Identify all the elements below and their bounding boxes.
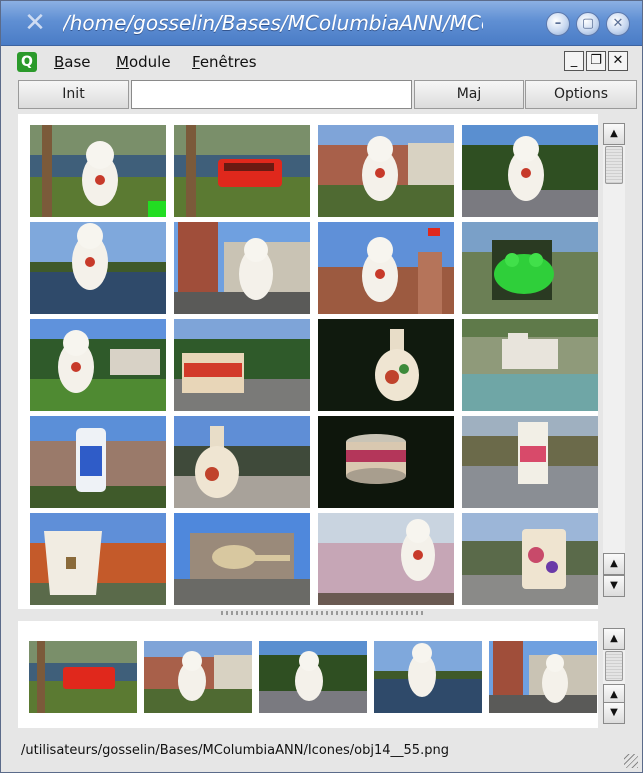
strip-thumb-cat-trees-road[interactable] bbox=[259, 641, 367, 713]
thumb-green-frog[interactable] bbox=[462, 222, 598, 314]
image-grid bbox=[18, 114, 598, 609]
window-title: /home/gosselin/Bases/MColumbiaANN/MColum… bbox=[63, 11, 483, 35]
strip-thumb-cat-tower-building[interactable] bbox=[489, 641, 597, 713]
title-bar[interactable]: ✕ /home/gosselin/Bases/MColumbiaANN/MCol… bbox=[1, 1, 642, 46]
thumb-scoop-building[interactable] bbox=[174, 513, 310, 605]
resize-grip-icon[interactable] bbox=[624, 754, 638, 768]
thumb-cat-blossom[interactable] bbox=[318, 513, 454, 605]
thumb-carton-street[interactable] bbox=[462, 416, 598, 508]
mdi-minimize-icon[interactable]: _ bbox=[564, 51, 584, 71]
thumb-tylenol-box[interactable] bbox=[174, 319, 310, 411]
thumb-cat-tower-building[interactable] bbox=[174, 222, 310, 314]
thumb-cat-lake[interactable] bbox=[30, 125, 166, 217]
scroll-up-icon[interactable]: ▲ bbox=[603, 553, 625, 575]
strip-thumb-cat-buildings[interactable] bbox=[144, 641, 252, 713]
strip-scrollbar[interactable]: ▲ ▲ ▼ bbox=[603, 628, 625, 724]
mdi-close-icon[interactable]: ✕ bbox=[608, 51, 628, 71]
thumb-bottle-buildings[interactable] bbox=[30, 416, 166, 508]
thumb-cat-buildings[interactable] bbox=[318, 125, 454, 217]
thumb-cat-lake-2[interactable] bbox=[30, 222, 166, 314]
scroll-up-icon[interactable]: ▲ bbox=[603, 628, 625, 650]
strip-thumb-bus-lake[interactable] bbox=[29, 641, 137, 713]
application-window: ✕ /home/gosselin/Bases/MColumbiaANN/MCol… bbox=[0, 0, 643, 773]
thumb-vase-dark[interactable] bbox=[318, 319, 454, 411]
thumb-bus-lake[interactable] bbox=[174, 125, 310, 217]
grid-scrollbar[interactable]: ▲ ▲ ▼ bbox=[603, 123, 625, 597]
thumb-cup-trees[interactable] bbox=[30, 513, 166, 605]
mdi-restore-icon[interactable]: ❐ bbox=[586, 51, 606, 71]
menu-base[interactable]: Base bbox=[54, 52, 91, 72]
maximize-icon[interactable]: ▢ bbox=[576, 12, 600, 36]
x-window-icon[interactable]: ✕ bbox=[21, 9, 49, 37]
thumb-cat-trees-road[interactable] bbox=[462, 125, 598, 217]
thumb-vase-rocks[interactable] bbox=[174, 416, 310, 508]
query-input[interactable] bbox=[131, 80, 412, 109]
scroll-thumb[interactable] bbox=[605, 146, 623, 184]
thumb-mug-road[interactable] bbox=[462, 513, 598, 605]
menu-module[interactable]: Module bbox=[116, 52, 171, 72]
maj-button[interactable]: Maj bbox=[414, 80, 524, 109]
thumb-cat-flags[interactable] bbox=[318, 222, 454, 314]
options-button[interactable]: Options bbox=[525, 80, 637, 109]
app-logo-icon: Q bbox=[17, 52, 37, 72]
close-icon[interactable]: ✕ bbox=[606, 12, 630, 36]
status-path: /utilisateurs/gosselin/Bases/MColumbiaAN… bbox=[21, 743, 449, 758]
thumb-can-dark[interactable] bbox=[318, 416, 454, 508]
strip-thumb-cat-lake-2[interactable] bbox=[374, 641, 482, 713]
scroll-down-icon[interactable]: ▼ bbox=[603, 702, 625, 724]
splitter-handle[interactable] bbox=[221, 611, 426, 615]
toolbar: Init Maj Options bbox=[18, 80, 637, 109]
minimize-icon[interactable]: – bbox=[546, 12, 570, 36]
thumb-cat-houses[interactable] bbox=[30, 319, 166, 411]
thumb-white-object-ground[interactable] bbox=[462, 319, 598, 411]
init-button[interactable]: Init bbox=[18, 80, 129, 109]
result-strip bbox=[18, 621, 598, 728]
menu-fenetres[interactable]: Fenêtres bbox=[192, 52, 257, 72]
scroll-up-icon[interactable]: ▲ bbox=[603, 123, 625, 145]
menu-bar: Q Base Module Fenêtres _ ❐ ✕ bbox=[9, 49, 636, 77]
scroll-down-icon[interactable]: ▼ bbox=[603, 575, 625, 597]
scroll-thumb[interactable] bbox=[605, 651, 623, 681]
